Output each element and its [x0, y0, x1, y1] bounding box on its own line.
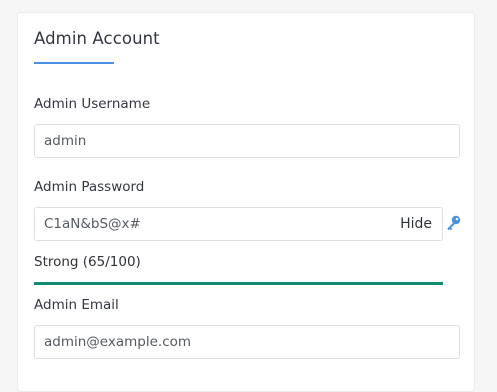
- email-label: Admin Email: [34, 297, 119, 313]
- password-input[interactable]: [35, 208, 442, 240]
- section-title-underline: [34, 62, 114, 64]
- username-label: Admin Username: [34, 96, 151, 112]
- password-strength-fill: [34, 282, 443, 285]
- section-title: Admin Account: [34, 29, 160, 48]
- password-strength-bar: [34, 282, 443, 285]
- username-input[interactable]: [35, 125, 459, 157]
- username-field-wrapper: [34, 124, 460, 158]
- email-input[interactable]: [35, 326, 459, 358]
- hide-password-button[interactable]: Hide: [400, 216, 432, 232]
- key-icon[interactable]: [445, 215, 461, 231]
- password-strength-text: Strong (65/100): [34, 254, 141, 270]
- password-field-wrapper: Hide: [34, 207, 443, 241]
- password-label: Admin Password: [34, 179, 145, 195]
- email-field-wrapper: [34, 325, 460, 359]
